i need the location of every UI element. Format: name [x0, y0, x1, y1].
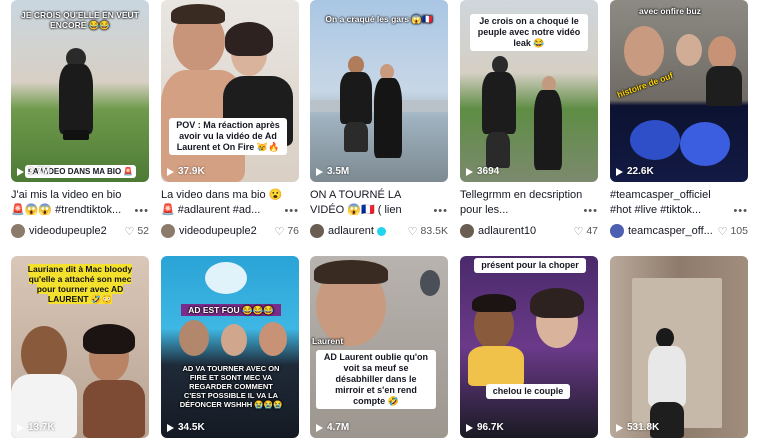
video-overlay-text: présent pour la choper	[474, 258, 586, 273]
like-count: ♡ 47	[573, 225, 598, 238]
username[interactable]: adlaurent	[328, 225, 408, 237]
video-thumbnail[interactable]: JE CROIS QU'ELLE EN VEUT ENCORE 😂😂 LA VI…	[11, 0, 149, 182]
avatar[interactable]	[610, 224, 624, 238]
view-count: 22.6K	[616, 166, 654, 177]
heart-icon: ♡	[124, 225, 135, 238]
avatar[interactable]	[310, 224, 324, 238]
video-title[interactable]: La video dans ma bio 😮 🚨 #adlaurent #ad.…	[161, 188, 299, 218]
video-thumbnail[interactable]: Laurent AD Laurent oublie qu'on voit sa …	[310, 256, 448, 438]
video-overlay-text: AD Laurent oublie qu'on voit sa meuf se …	[316, 350, 436, 409]
more-options-icon[interactable]: •••	[284, 204, 299, 218]
view-count: 13.7K	[17, 422, 55, 433]
video-overlay-text: JE CROIS QU'ELLE EN VEUT ENCORE 😂😂	[21, 10, 139, 30]
avatar[interactable]	[11, 224, 25, 238]
play-icon	[167, 167, 174, 176]
like-count: ♡ 52	[124, 225, 149, 238]
video-card[interactable]: présent pour la choper chelou le couple …	[460, 256, 598, 438]
video-label-text: Laurent	[312, 336, 344, 346]
like-count: ♡ 105	[717, 225, 748, 238]
username[interactable]: videodupeuple2	[29, 225, 124, 237]
view-count: 3694	[466, 166, 499, 177]
video-card[interactable]: On a craqué les gars 😱🇫🇷 3.5M ON A TOURN…	[310, 0, 448, 238]
video-overlay-text: avec onfire buz	[639, 6, 701, 16]
view-count: 3.7M	[17, 166, 50, 177]
more-options-icon[interactable]: •••	[433, 204, 448, 218]
video-overlay-text: AD VA TOURNER AVEC ON FIRE ET SONT MEC V…	[179, 364, 283, 409]
video-overlay-text: Lauriane dit à Mac bloody qu'elle a atta…	[27, 264, 133, 304]
play-icon	[616, 167, 623, 176]
video-card[interactable]: POV : Ma réaction après avoir vu la vidé…	[161, 0, 299, 238]
video-thumbnail[interactable]: POV : Ma réaction après avoir vu la vidé…	[161, 0, 299, 182]
video-thumbnail[interactable]: AD EST FOU 😂😂😂 AD VA TOURNER AVEC ON FIR…	[161, 256, 299, 438]
video-thumbnail[interactable]: 531.8K	[610, 256, 748, 438]
username[interactable]: videodupeuple2	[179, 225, 274, 237]
more-options-icon[interactable]: •••	[733, 204, 748, 218]
play-icon	[466, 423, 473, 432]
video-card[interactable]: Laurent AD Laurent oublie qu'on voit sa …	[310, 256, 448, 438]
more-options-icon[interactable]: •••	[134, 204, 149, 218]
heart-icon: ♡	[274, 225, 285, 238]
video-title[interactable]: #teamcasper_officiel #hot #live #tiktok.…	[610, 188, 748, 218]
view-count: 531.8K	[616, 422, 659, 433]
video-overlay-top-text: AD EST FOU 😂😂😂	[181, 304, 281, 316]
view-count: 34.5K	[167, 422, 205, 433]
like-count: ♡ 83.5K	[407, 225, 448, 238]
video-thumbnail[interactable]: présent pour la choper chelou le couple …	[460, 256, 598, 438]
video-card[interactable]: avec onfire buz histoire de ouf 22.6K #t…	[610, 0, 748, 238]
video-overlay-text: On a craqué les gars 😱🇫🇷	[325, 14, 433, 24]
video-card[interactable]: AD EST FOU 😂😂😂 AD VA TOURNER AVEC ON FIR…	[161, 256, 299, 438]
video-card[interactable]: 531.8K	[610, 256, 748, 438]
play-icon	[17, 167, 24, 176]
verified-badge-icon	[376, 226, 386, 236]
more-options-icon[interactable]: •••	[583, 204, 598, 218]
video-thumbnail[interactable]: Lauriane dit à Mac bloody qu'elle a atta…	[11, 256, 149, 438]
play-icon	[17, 423, 24, 432]
heart-icon: ♡	[407, 225, 418, 238]
video-overlay-text-2: chelou le couple	[486, 384, 570, 399]
avatar[interactable]	[161, 224, 175, 238]
video-thumbnail[interactable]: avec onfire buz histoire de ouf 22.6K	[610, 0, 748, 182]
play-icon	[167, 423, 174, 432]
video-card[interactable]: JE CROIS QU'ELLE EN VEUT ENCORE 😂😂 LA VI…	[11, 0, 149, 238]
video-title[interactable]: ON A TOURNÉ LA VIDÉO 😱🇫🇷 ( lien dans...•…	[310, 188, 448, 218]
username[interactable]: adlaurent10	[478, 225, 573, 237]
video-overlay-text: Je crois on a choqué le peuple avec notr…	[470, 14, 588, 51]
video-thumbnail[interactable]: Je crois on a choqué le peuple avec notr…	[460, 0, 598, 182]
video-overlay-text: POV : Ma réaction après avoir vu la vidé…	[169, 118, 287, 155]
username[interactable]: teamcasper_off...	[628, 225, 718, 237]
view-count: 3.5M	[316, 166, 349, 177]
play-icon	[316, 167, 323, 176]
video-title[interactable]: J'ai mis la video en bio 🚨😱😱 #trendtikto…	[11, 188, 149, 218]
video-title[interactable]: Tellegrmm en decsription pour les... •••	[460, 188, 598, 218]
avatar[interactable]	[460, 224, 474, 238]
video-thumbnail[interactable]: On a craqué les gars 😱🇫🇷 3.5M	[310, 0, 448, 182]
like-count: ♡ 76	[274, 225, 299, 238]
play-icon	[616, 423, 623, 432]
heart-icon: ♡	[717, 225, 728, 238]
play-icon	[316, 423, 323, 432]
play-icon	[466, 167, 473, 176]
video-card[interactable]: Je crois on a choqué le peuple avec notr…	[460, 0, 598, 238]
view-count: 37.9K	[167, 166, 205, 177]
view-count: 4.7M	[316, 422, 349, 433]
heart-icon: ♡	[573, 225, 584, 238]
video-card[interactable]: Lauriane dit à Mac bloody qu'elle a atta…	[11, 256, 149, 438]
view-count: 96.7K	[466, 422, 504, 433]
